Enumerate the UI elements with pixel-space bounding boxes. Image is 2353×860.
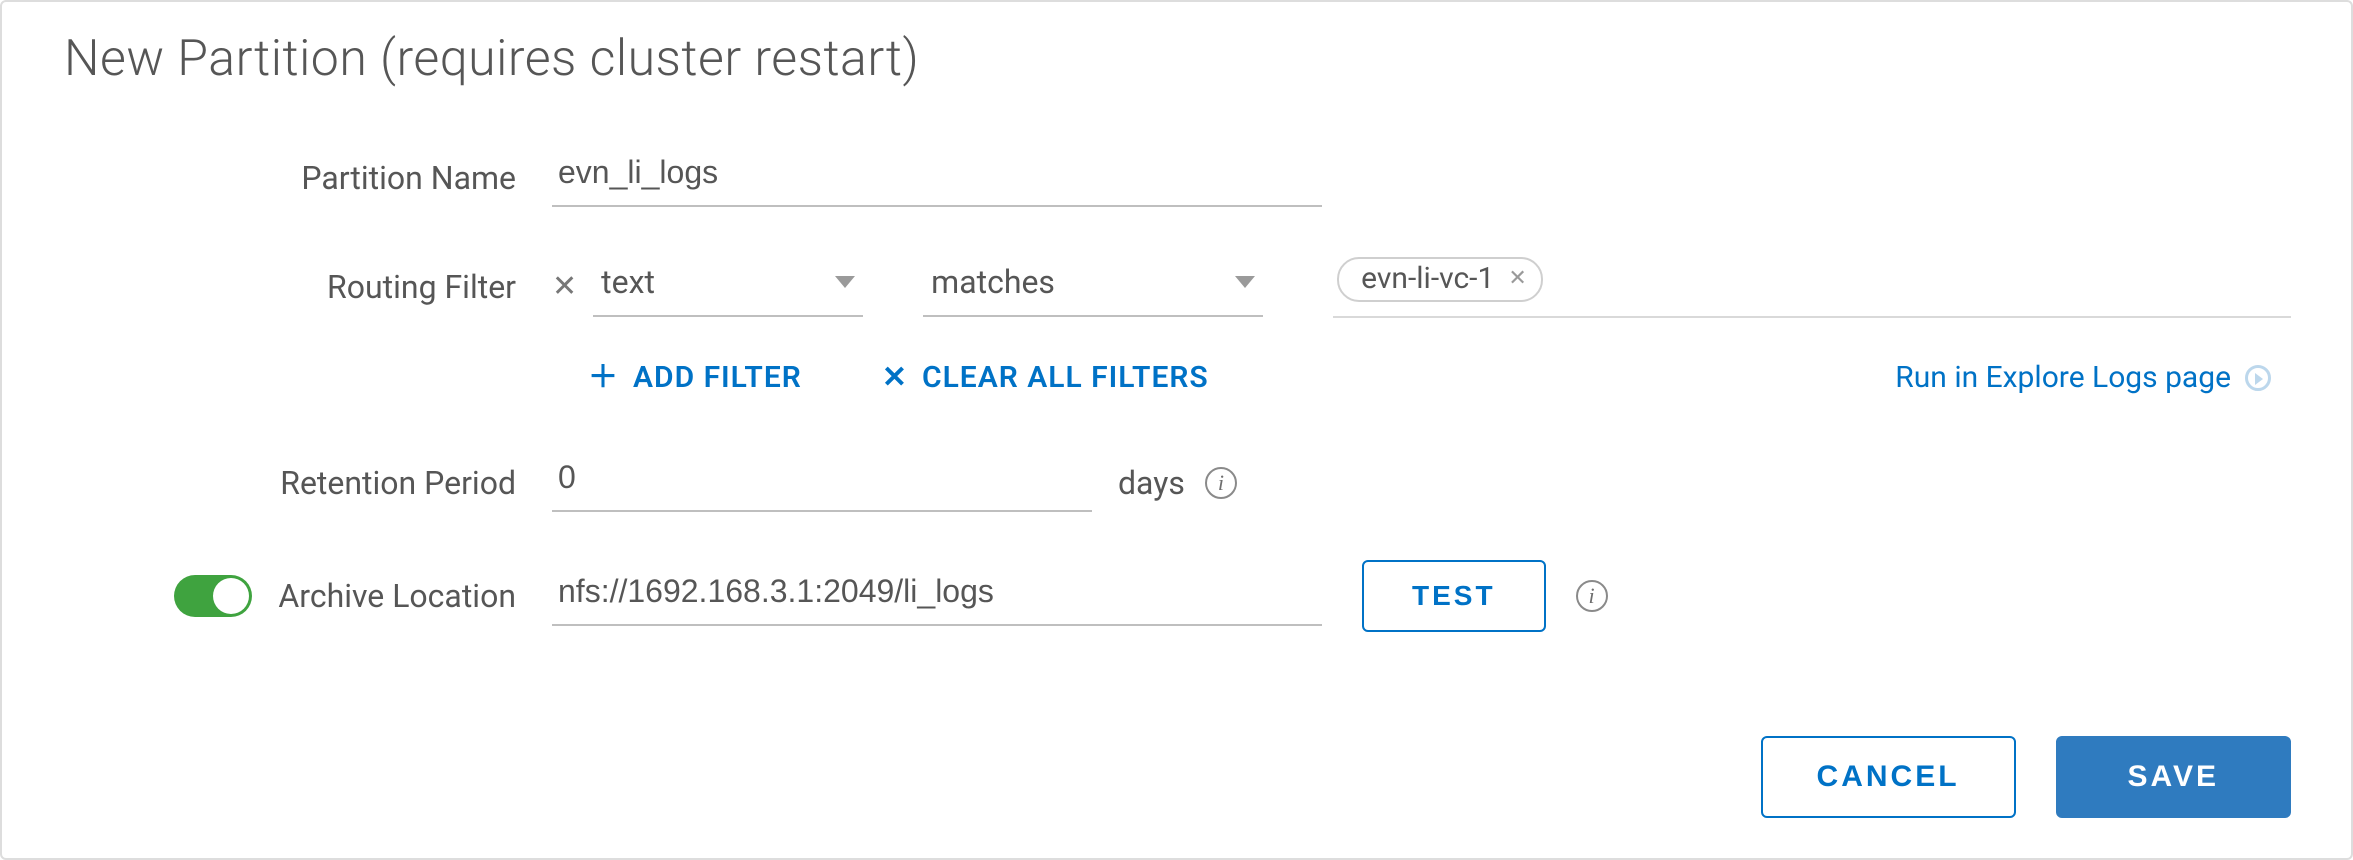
info-icon[interactable]: i	[1205, 467, 1237, 499]
filter-tag: evn-li-vc-1 ✕	[1337, 257, 1543, 302]
label-routing-filter: Routing Filter	[62, 268, 552, 306]
filter-operator-value: matches	[931, 263, 1055, 301]
run-in-explore-link[interactable]: Run in Explore Logs page	[1895, 360, 2271, 395]
filter-field-value: text	[601, 263, 655, 301]
retention-unit: days	[1118, 464, 1185, 502]
dialog-footer: CANCEL SAVE	[1761, 736, 2291, 818]
filter-tag-label: evn-li-vc-1	[1361, 261, 1494, 296]
remove-filter-icon[interactable]: ✕	[552, 269, 577, 304]
filter-tags-input[interactable]: evn-li-vc-1 ✕	[1333, 255, 2291, 318]
routing-filter-cell: ✕ text matches	[552, 257, 1263, 317]
arrow-circle-icon	[2245, 365, 2271, 391]
filter-operator-select[interactable]: matches	[923, 257, 1263, 317]
filter-actions-row: ＋ ADD FILTER ✕ CLEAR ALL FILTERS Run in …	[62, 360, 2291, 395]
toggle-knob	[213, 578, 249, 614]
label-partition-name: Partition Name	[62, 159, 552, 197]
row-archive: Archive Location TEST i	[62, 560, 2291, 632]
plus-icon: ＋	[588, 363, 619, 393]
info-icon[interactable]: i	[1576, 580, 1608, 612]
add-filter-button[interactable]: ＋ ADD FILTER	[588, 360, 802, 395]
clear-filters-label: CLEAR ALL FILTERS	[922, 360, 1209, 395]
clear-filters-button[interactable]: ✕ CLEAR ALL FILTERS	[882, 360, 1209, 395]
remove-tag-icon[interactable]: ✕	[1508, 268, 1526, 290]
partition-name-input[interactable]	[552, 148, 1322, 207]
cancel-button[interactable]: CANCEL	[1761, 736, 2016, 818]
row-retention: Retention Period days i	[62, 453, 2291, 512]
chevron-down-icon	[1235, 276, 1255, 288]
label-archive: Archive Location	[278, 577, 516, 615]
test-button[interactable]: TEST	[1362, 560, 1546, 632]
row-partition-name: Partition Name	[62, 148, 2291, 207]
save-button[interactable]: SAVE	[2056, 736, 2291, 818]
chevron-down-icon	[835, 276, 855, 288]
close-icon: ✕	[882, 363, 908, 393]
run-in-explore-label: Run in Explore Logs page	[1895, 360, 2231, 395]
add-filter-label: ADD FILTER	[633, 360, 802, 395]
panel-title: New Partition (requires cluster restart)	[64, 30, 2291, 88]
archive-toggle[interactable]	[174, 575, 252, 617]
new-partition-panel: New Partition (requires cluster restart)…	[0, 0, 2353, 860]
row-routing-filter: Routing Filter ✕ text matches evn-li-vc-…	[62, 255, 2291, 318]
retention-input[interactable]	[552, 453, 1092, 512]
filter-field-select[interactable]: text	[593, 257, 863, 317]
label-retention: Retention Period	[62, 464, 552, 502]
archive-location-input[interactable]	[552, 567, 1322, 626]
